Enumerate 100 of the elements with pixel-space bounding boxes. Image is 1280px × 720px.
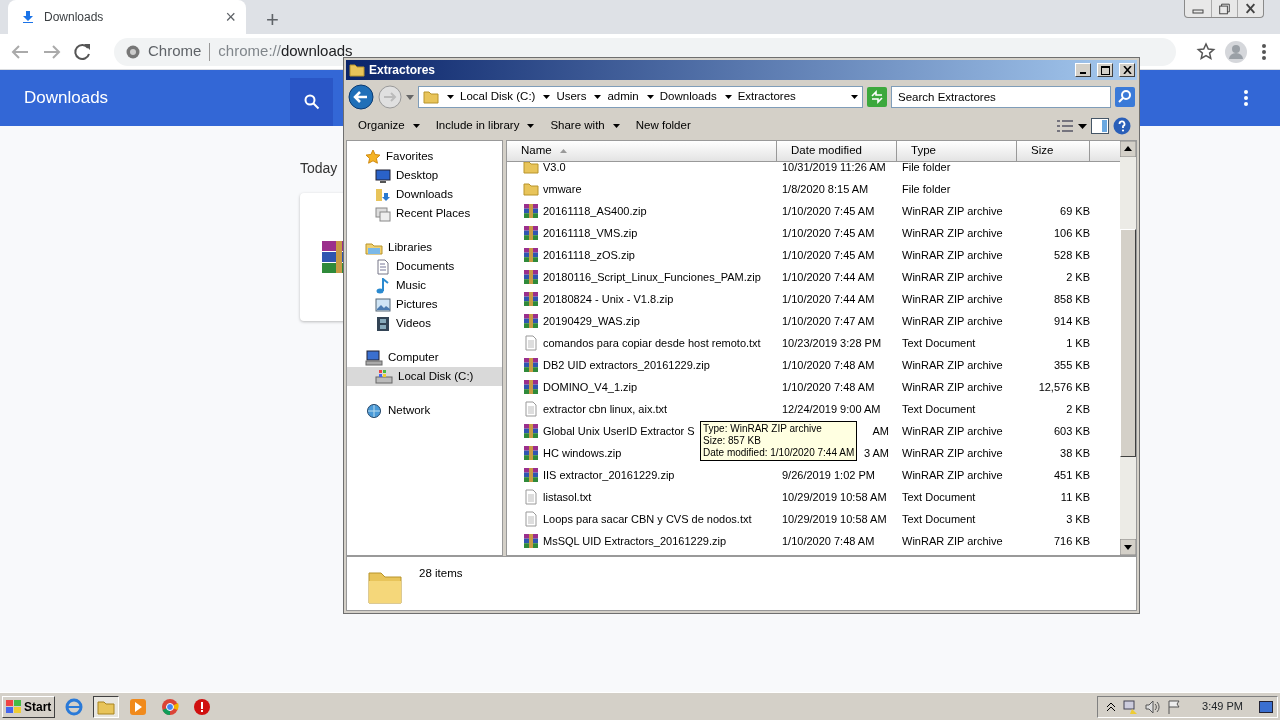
folder-icon [349,62,365,78]
table-cell-text: WinRAR ZIP archive [901,423,1004,439]
scroll-down-icon[interactable] [1120,539,1136,555]
file-name[interactable]: 20161118_AS400.zip [507,202,777,220]
recent-places-icon [375,205,391,222]
nav-item[interactable]: Local Disk (C:) [347,367,502,386]
breadcrumb[interactable]: admin [594,88,639,106]
folder-icon[interactable] [93,695,120,718]
table-cell-text: 12,576 KB [1037,379,1090,395]
file-name[interactable]: 20180116_Script_Linux_Funciones_PAM.zip [507,268,777,286]
table-cell-text: 38 KB [1059,445,1090,461]
column-header[interactable]: Size [1017,141,1090,161]
nav-item[interactable]: Music [347,276,502,295]
preview-pane-icon[interactable] [1091,118,1109,134]
menu-icon[interactable] [1243,89,1249,107]
table-cell-text: Text Document [901,511,977,527]
table-cell-text: 11 KB [1059,489,1090,505]
caret-icon[interactable] [1078,123,1087,129]
table-cell-text: 1/10/2020 7:48 AM [781,379,876,395]
flag-icon[interactable] [1166,698,1183,715]
url-text: chrome://downloads [218,41,353,62]
browser-tab[interactable]: Downloads × [8,0,246,34]
file-name[interactable]: extractor cbn linux, aix.txt [507,400,777,418]
archive-icon [523,291,539,307]
file-name[interactable]: listasol.txt [507,488,777,506]
table-cell-text: 1 KB [1065,335,1090,351]
dropdown-icon[interactable] [851,95,858,99]
file-name[interactable]: 20190429_WAS.zip [507,312,777,330]
toolbar-button[interactable]: Organize [352,115,426,137]
text-file-icon [523,335,539,351]
nav-item[interactable]: Network [347,401,502,420]
table-cell: AM [872,424,889,437]
download-icon [22,11,34,23]
archive-icon [523,357,539,373]
chevron-up-icon[interactable] [1106,701,1117,712]
archive-icon [523,269,539,285]
file-name[interactable]: V3.0 [507,158,777,176]
folder-icon [523,181,539,197]
breadcrumb[interactable]: Downloads [646,88,717,106]
back-icon[interactable] [348,84,374,110]
table-cell-text: 1/10/2020 7:48 AM [781,533,876,549]
file-name[interactable]: 20161118_VMS.zip [507,224,777,242]
file-name[interactable]: vmware [507,180,777,198]
column-header[interactable]: Name [507,141,777,161]
star-icon[interactable] [1196,41,1216,62]
toolbar-button[interactable]: Include in library [429,115,541,137]
toolbar-button[interactable]: Share with [544,115,626,137]
file-name[interactable]: comandos para copiar desde host remoto.txt [507,334,777,352]
table-cell-text: 10/29/2019 10:58 AM [781,511,888,527]
table-cell-text: File folder [901,181,952,197]
column-header[interactable]: Type [897,141,1017,161]
close-tab-button[interactable]: × [225,8,236,26]
speaker-icon[interactable] [1144,698,1161,715]
search-icon[interactable] [1115,87,1135,107]
file-name[interactable]: MsSQL UID Extractors_20161229.zip [507,532,777,550]
toolbar-button[interactable]: New folder [629,115,697,137]
search-button[interactable] [290,78,334,126]
table-cell-text: 451 KB [1052,467,1090,483]
table-cell-text: 10/29/2019 10:58 AM [781,489,888,505]
search-icon [303,94,320,110]
file-name[interactable]: DOMINO_V4_1.zip [507,378,777,396]
breadcrumb[interactable]: Local Disk (C:) [447,88,536,106]
nav-item[interactable]: Documents [347,257,502,276]
table-cell-text: WinRAR ZIP archive [901,203,1004,219]
file-name[interactable]: 20161118_zOS.zip [507,246,777,264]
file-name[interactable]: Loops para sacar CBN y CVS de nodos.txt [507,510,777,528]
breadcrumb[interactable]: Users [543,88,587,106]
nav-item[interactable]: Computer [347,348,502,367]
breadcrumb[interactable]: Extractores [724,88,796,106]
minimize-button[interactable] [1075,63,1091,77]
help-icon[interactable] [1113,117,1131,135]
table-cell-text: WinRAR ZIP archive [901,467,1004,483]
file-name[interactable]: 20180824 - Unix - V1.8.zip [507,290,777,308]
chrome-icon [126,44,140,59]
start-button[interactable]: Start [2,695,56,718]
search-field[interactable]: Search Extractores [891,86,1111,108]
table-cell-text: Text Document [901,335,977,351]
nav-item[interactable]: Downloads [347,185,502,204]
file-name[interactable]: IIS extractor_20161229.zip [507,466,777,484]
archive-icon [322,241,344,273]
new-tab-button[interactable]: + [260,8,285,32]
picture-icon [375,296,391,313]
table-cell-text: 69 KB [1059,203,1090,219]
drive-icon [375,368,393,385]
file-name[interactable]: DB2 UID extractors_20161229.zip [507,356,777,374]
nav-item[interactable]: Libraries [347,238,502,257]
avatar-icon[interactable] [1224,39,1248,64]
refresh-icon[interactable] [867,87,887,107]
table-cell-text: 1/10/2020 7:45 AM [781,225,876,241]
nav-item[interactable]: Favorites [347,147,502,166]
scroll-up-icon[interactable] [1120,141,1136,157]
table-cell-text: WinRAR ZIP archive [901,247,1004,263]
clock: 3:49 PM [1202,699,1243,715]
show-desktop-icon[interactable] [1259,700,1273,713]
page-title: Downloads [24,87,109,110]
nav-item[interactable]: Desktop [347,166,502,185]
nav-item[interactable]: Videos [347,314,502,333]
nav-item[interactable]: Recent Places [347,204,502,223]
nav-item[interactable]: Pictures [347,295,502,314]
column-header[interactable]: Date modified [777,141,897,161]
